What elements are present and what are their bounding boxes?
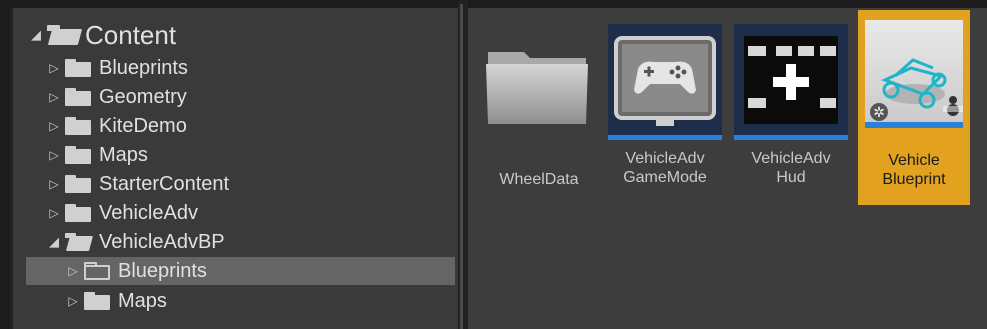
hud-icon xyxy=(734,24,848,140)
vehicle-icon: ✲ xyxy=(865,20,963,128)
tree-item-maps[interactable]: ▷ Maps xyxy=(47,141,148,169)
tree-item-label: Maps xyxy=(118,289,167,312)
collapsed-arrow-icon[interactable]: ▷ xyxy=(47,61,61,75)
folder-icon xyxy=(84,292,110,310)
open-folder-icon xyxy=(65,233,94,251)
tree-item-vehicleadvbp[interactable]: ◢ VehicleAdvBP xyxy=(47,228,225,256)
tree-item-label: Geometry xyxy=(99,85,187,108)
tree-item-label: Maps xyxy=(99,143,148,166)
content-browser: ◢ Content ▷ Blueprints ▷ Geometry ▷ Kite… xyxy=(0,0,987,329)
collapsed-arrow-icon[interactable]: ▷ xyxy=(47,177,61,191)
tree-item-vehicleadv[interactable]: ▷ VehicleAdv xyxy=(47,199,198,227)
tree-item-label: VehicleAdvBP xyxy=(99,230,225,253)
folder-icon xyxy=(482,24,596,140)
collapsed-arrow-icon[interactable]: ▷ xyxy=(47,119,61,133)
asset-type-bar xyxy=(865,122,963,128)
folder-icon xyxy=(65,88,91,106)
tree-item-vehicleadvbp-blueprints[interactable]: ▷ Blueprints xyxy=(26,257,455,285)
collapsed-arrow-icon[interactable]: ▷ xyxy=(47,206,61,220)
tree-item-label: VehicleAdv xyxy=(99,201,198,224)
gamepad-icon xyxy=(608,24,722,140)
open-folder-icon xyxy=(47,25,83,45)
asset-type-bar xyxy=(608,135,722,140)
asset-label: VehicleAdv GameMode xyxy=(623,150,707,186)
tree-item-kitedemo[interactable]: ▷ KiteDemo xyxy=(47,112,187,140)
tree-item-label: KiteDemo xyxy=(99,114,187,137)
asset-view-panel: WheelData VehicleAdv GameMode VehicleAdv… xyxy=(468,8,987,329)
folder-icon xyxy=(65,146,91,164)
expanded-arrow-icon[interactable]: ◢ xyxy=(47,234,61,250)
tree-item-blueprints[interactable]: ▷ Blueprints xyxy=(47,54,188,82)
collapsed-arrow-icon[interactable]: ▷ xyxy=(66,264,80,278)
folder-icon xyxy=(65,117,91,135)
svg-text:✲: ✲ xyxy=(873,105,885,121)
asset-label: VehicleAdv Hud xyxy=(751,150,831,186)
tree-item-label: Blueprints xyxy=(118,259,207,282)
asset-label: WheelData xyxy=(499,171,579,188)
tree-item-label: StarterContent xyxy=(99,172,230,195)
tree-item-label: Content xyxy=(85,19,177,50)
collapsed-arrow-icon[interactable]: ▷ xyxy=(47,90,61,104)
asset-type-bar xyxy=(734,135,848,140)
tree-item-label: Blueprints xyxy=(99,56,188,79)
collapsed-arrow-icon[interactable]: ▷ xyxy=(66,294,80,308)
folder-icon xyxy=(65,175,91,193)
folder-icon xyxy=(65,59,91,77)
asset-tile-vehicle-blueprint[interactable]: ✲ Vehicle Blueprint xyxy=(858,10,970,205)
folder-icon xyxy=(65,204,91,222)
tree-item-vehicleadvbp-maps[interactable]: ▷ Maps xyxy=(66,287,167,315)
expanded-arrow-icon[interactable]: ◢ xyxy=(29,27,43,43)
tree-item-startercontent[interactable]: ▷ StarterContent xyxy=(47,170,229,198)
asset-label: Vehicle Blueprint xyxy=(882,152,946,188)
collapsed-arrow-icon[interactable]: ▷ xyxy=(47,148,61,162)
panel-splitter[interactable] xyxy=(458,0,468,329)
folder-tree-panel: ◢ Content ▷ Blueprints ▷ Geometry ▷ Kite… xyxy=(10,8,461,329)
tree-item-geometry[interactable]: ▷ Geometry xyxy=(47,83,187,111)
tree-item-content[interactable]: ◢ Content xyxy=(29,18,176,52)
folder-outline-icon xyxy=(84,262,110,280)
